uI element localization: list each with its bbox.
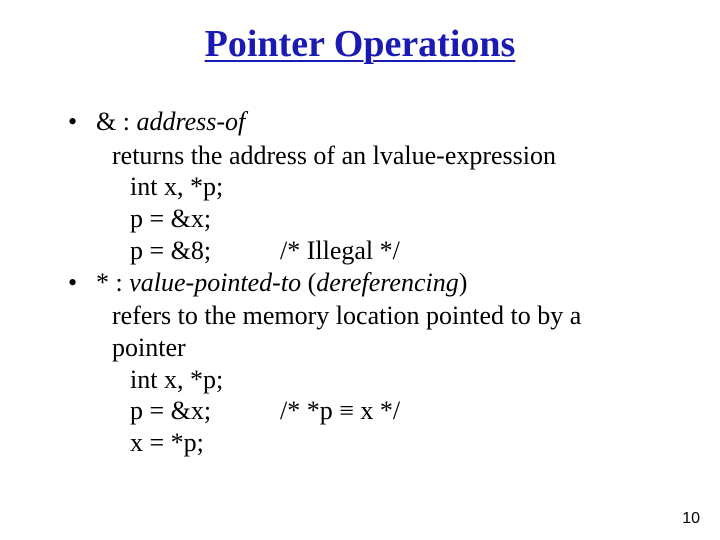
operator-name: address-of	[136, 107, 245, 136]
code-line: p = &8; /* Illegal */	[60, 235, 660, 267]
code-line: int x, *p;	[60, 364, 660, 396]
code-text: p = &x;	[130, 395, 280, 427]
code-comment: /* *p ≡ x */	[280, 395, 400, 427]
slide: Pointer Operations • & : address-of retu…	[0, 0, 720, 540]
operator-name: value-pointed-to	[129, 268, 301, 297]
paren-open: (	[301, 268, 316, 297]
code-line: int x, *p;	[60, 171, 660, 203]
code-line: p = &x;	[60, 203, 660, 235]
code-line: p = &x; /* *p ≡ x */	[60, 395, 660, 427]
bullet-description: returns the address of an lvalue-express…	[60, 140, 660, 172]
paren-close: )	[459, 268, 468, 297]
separator: :	[109, 268, 129, 297]
bullet-dot-icon: •	[68, 267, 77, 299]
page-number: 10	[682, 510, 700, 528]
slide-body: • & : address-of returns the address of …	[0, 66, 720, 459]
operator-symbol: *	[96, 268, 109, 297]
code-text: p = &8;	[130, 235, 280, 267]
bullet-address-of: • & : address-of	[60, 106, 660, 138]
bullet-description: refers to the memory location pointed to…	[60, 300, 660, 363]
code-line: x = *p;	[60, 427, 660, 459]
bullet-dot-icon: •	[68, 106, 77, 138]
paren-term: dereferencing	[316, 268, 458, 297]
separator: :	[116, 107, 136, 136]
operator-symbol: &	[96, 107, 116, 136]
code-comment: /* Illegal */	[280, 235, 400, 267]
slide-title: Pointer Operations	[0, 0, 720, 66]
bullet-dereference: • * : value-pointed-to (dereferencing)	[60, 267, 660, 299]
